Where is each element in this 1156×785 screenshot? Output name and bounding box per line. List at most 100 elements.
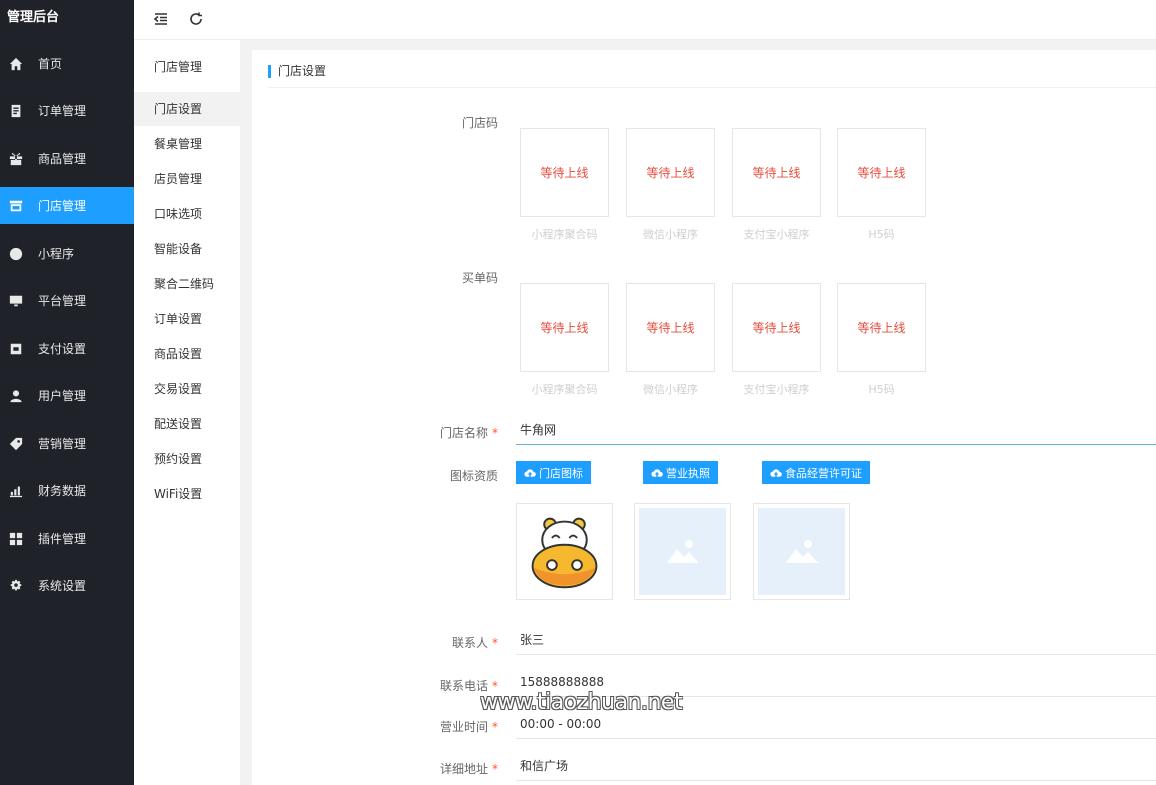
- pay-code-wechat[interactable]: 等待上线: [626, 283, 715, 372]
- address-input[interactable]: 和信广场: [516, 751, 1156, 781]
- nav-item-users[interactable]: 用户管理: [0, 377, 134, 414]
- store-code-mini-aggregate[interactable]: 等待上线: [520, 128, 609, 217]
- nav-label: 营销管理: [38, 437, 87, 451]
- nav-label: 平台管理: [38, 294, 87, 308]
- menu-fold-icon[interactable]: [150, 8, 172, 30]
- nav-item-system[interactable]: 系统设置: [0, 567, 134, 604]
- nav-item-home[interactable]: 首页: [0, 45, 134, 82]
- title-accent-bar: [268, 65, 271, 78]
- nav-item-orders[interactable]: 订单管理: [0, 92, 134, 129]
- qr-caption: 支付宝小程序: [743, 228, 810, 241]
- qr-caption: 微信小程序: [643, 228, 698, 241]
- sub-item-tables[interactable]: 餐桌管理: [134, 127, 240, 161]
- qr-status: 等待上线: [540, 321, 589, 335]
- nav-item-miniprogram[interactable]: 小程序: [0, 235, 134, 272]
- store-code-alipay[interactable]: 等待上线: [732, 128, 821, 217]
- required-mark: *: [492, 636, 498, 650]
- gear-icon: [8, 578, 24, 594]
- address-label: 详细地址 *: [388, 760, 498, 777]
- nav-label: 用户管理: [38, 389, 87, 403]
- nav-item-payment[interactable]: 支付设置: [0, 330, 134, 367]
- hippo-logo-image: [531, 517, 598, 589]
- nav-label: 支付设置: [38, 342, 87, 356]
- sidebar: 管理后台 首页 订单管理 商品管理 门店管理 小程序 平台管理 支付设置 用户管…: [0, 0, 134, 785]
- store-code-h5[interactable]: 等待上线: [837, 128, 926, 217]
- store-logo-preview[interactable]: [516, 503, 613, 600]
- page-title: 门店设置: [278, 64, 327, 78]
- nav-label: 系统设置: [38, 579, 87, 593]
- required-mark: *: [492, 720, 498, 734]
- sub-item-wifi-settings[interactable]: WiFi设置: [134, 477, 240, 511]
- nav-item-finance[interactable]: 财务数据: [0, 472, 134, 509]
- sub-item-delivery-settings[interactable]: 配送设置: [134, 407, 240, 441]
- qr-status: 等待上线: [540, 166, 589, 180]
- certification-label: 图标资质: [449, 469, 498, 483]
- required-mark: *: [492, 426, 498, 440]
- store-name-label: 门店名称 *: [388, 424, 498, 441]
- image-placeholder-icon: [666, 539, 699, 563]
- nav-item-platform[interactable]: 平台管理: [0, 282, 134, 319]
- upload-food-license-button[interactable]: 食品经营许可证: [762, 461, 870, 484]
- nav-item-plugins[interactable]: 插件管理: [0, 520, 134, 557]
- nav-label: 首页: [38, 57, 63, 71]
- wallet-icon: [8, 341, 24, 357]
- qr-caption: 小程序聚合码: [531, 383, 598, 396]
- food-license-preview[interactable]: [753, 503, 850, 600]
- business-hours-label: 营业时间 *: [388, 718, 498, 735]
- watermark-text: www.tiaozhuan.net: [480, 690, 683, 715]
- sub-item-product-settings[interactable]: 商品设置: [134, 337, 240, 371]
- qr-caption: 小程序聚合码: [531, 228, 598, 241]
- store-code-wechat[interactable]: 等待上线: [626, 128, 715, 217]
- image-placeholder: [758, 508, 845, 595]
- pay-code-mini-aggregate[interactable]: 等待上线: [520, 283, 609, 372]
- pay-code-alipay[interactable]: 等待上线: [732, 283, 821, 372]
- qr-status: 等待上线: [646, 166, 695, 180]
- sub-item-reservation-settings[interactable]: 预约设置: [134, 442, 240, 476]
- nav-item-marketing[interactable]: 营销管理: [0, 425, 134, 462]
- qr-status: 等待上线: [752, 321, 801, 335]
- sub-item-trade-settings[interactable]: 交易设置: [134, 372, 240, 406]
- pay-code-h5[interactable]: 等待上线: [837, 283, 926, 372]
- qr-status: 等待上线: [646, 321, 695, 335]
- grid-icon: [8, 531, 24, 547]
- sub-item-flavors[interactable]: 口味选项: [134, 197, 240, 231]
- qr-status: 等待上线: [857, 321, 906, 335]
- upload-store-logo-button[interactable]: 门店图标: [516, 461, 591, 484]
- tag-icon: [8, 436, 24, 452]
- miniprogram-icon: [8, 246, 24, 262]
- sub-item-staff[interactable]: 店员管理: [134, 162, 240, 196]
- top-bar: [134, 0, 1156, 40]
- sub-item-aggregate-qr[interactable]: 聚合二维码: [134, 267, 240, 301]
- card-header: 门店设置: [268, 50, 1156, 88]
- contact-input[interactable]: 张三: [516, 625, 1156, 655]
- nav-item-store[interactable]: 门店管理: [0, 187, 134, 224]
- qr-caption: 微信小程序: [643, 383, 698, 396]
- nav-item-products[interactable]: 商品管理: [0, 140, 134, 177]
- contact-label-text: 联系人: [451, 636, 488, 650]
- store-settings-card: 门店设置 门店码 等待上线 等待上线 等待上线 等待上线 小程序聚合码 微信小程…: [252, 50, 1156, 785]
- qr-caption: 支付宝小程序: [743, 383, 810, 396]
- image-placeholder: [639, 508, 726, 595]
- nav-label: 插件管理: [38, 532, 87, 546]
- qr-status: 等待上线: [752, 166, 801, 180]
- address-label-text: 详细地址: [439, 762, 488, 776]
- cloud-upload-icon: [770, 468, 782, 477]
- store-code-label: 门店码: [461, 116, 498, 130]
- nav-label: 财务数据: [38, 484, 87, 498]
- upload-business-license-button[interactable]: 营业执照: [643, 461, 718, 484]
- qr-status: 等待上线: [857, 166, 906, 180]
- monitor-icon: [8, 293, 24, 309]
- order-icon: [8, 103, 24, 119]
- sub-item-order-settings[interactable]: 订单设置: [134, 302, 240, 336]
- refresh-icon[interactable]: [185, 8, 207, 30]
- nav-label: 门店管理: [38, 199, 87, 213]
- business-license-preview[interactable]: [634, 503, 731, 600]
- upload-label: 食品经营许可证: [785, 466, 862, 480]
- user-icon: [8, 388, 24, 404]
- image-placeholder-icon: [785, 539, 818, 563]
- business-hours-label-text: 营业时间: [439, 720, 488, 734]
- sub-item-devices[interactable]: 智能设备: [134, 232, 240, 266]
- store-name-input[interactable]: 牛角网: [516, 415, 1156, 445]
- home-icon: [8, 56, 24, 72]
- sub-item-store-settings[interactable]: 门店设置: [134, 92, 240, 126]
